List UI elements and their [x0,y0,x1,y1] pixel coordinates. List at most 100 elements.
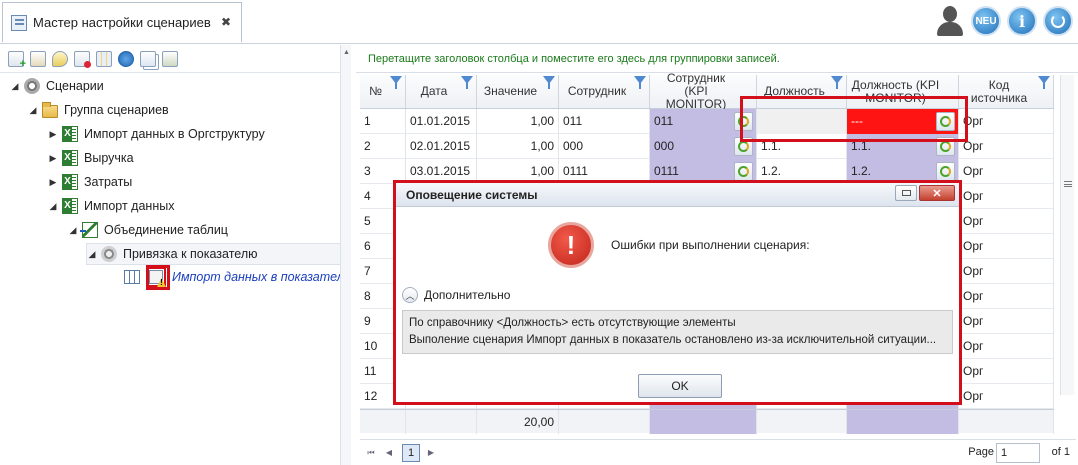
filter-icon[interactable] [634,76,646,98]
refresh-icon[interactable] [936,137,955,156]
tree-node-label: Группа сценариев [64,103,169,117]
edit-icon[interactable] [30,50,46,67]
tree-node-group[interactable]: ◢ Группа сценариев [28,99,169,121]
expand-icon[interactable]: ▶ [48,129,58,140]
cell-text: --- [851,114,863,128]
dialog-titlebar[interactable]: Оповещение системы ✕ [396,183,959,207]
chevron-up-icon[interactable]: ︿ [402,287,418,303]
add-scenario-icon[interactable] [8,50,26,70]
collapse-icon[interactable]: ◢ [10,81,20,92]
cell-source: Орг [959,184,1054,209]
expand-icon[interactable]: ▶ [48,177,58,188]
cell-position [757,109,847,134]
first-page-icon[interactable]: ⏮ [364,444,378,462]
pager: ⏮ ◀ 1 ▶ Page 1 of 1 [360,439,1076,465]
next-page-icon[interactable]: ▶ [424,444,438,462]
comment-icon[interactable] [52,50,68,67]
details-toggle[interactable]: ︿ Дополнительно [402,287,510,303]
filter-icon[interactable] [390,76,402,98]
refresh-icon[interactable] [734,137,753,156]
prev-page-icon[interactable]: ◀ [382,444,396,462]
cell-source: Орг [959,234,1054,259]
info-icon[interactable]: i [1006,3,1038,39]
filter-icon[interactable] [543,76,555,98]
refresh-icon[interactable] [734,162,753,181]
new-icon[interactable]: NEU [970,3,1002,39]
page-number-button[interactable]: 1 [402,443,420,462]
cell-position-kpi[interactable]: --- [847,109,959,134]
dialog-title: Оповещение системы [406,187,538,202]
refresh-icon[interactable] [936,112,955,131]
tree-node-root[interactable]: ◢ Сценарии [10,75,104,97]
collapse-icon[interactable]: ◢ [87,249,97,260]
excel-icon [62,150,78,166]
top-bar: Мастер настройки сценариев ✖ NEU i [0,0,1078,44]
column-header-position-kpi[interactable]: Должность (KPI MONITOR) [847,75,959,108]
tree-toolbar [0,45,350,73]
filter-icon[interactable] [461,76,473,98]
dialog-body: ! Ошибки при выполнении сценария: ︿ Допо… [396,208,959,402]
expand-icon[interactable]: ▶ [48,153,58,164]
close-icon[interactable]: ✕ [919,185,955,201]
cell-employee-kpi[interactable]: 000 [650,134,757,159]
tree-node-import-indicator[interactable]: Импорт данных в показатель [124,266,350,288]
cell-employee-kpi[interactable]: 011 [650,109,757,134]
column-header-value[interactable]: Значение [477,75,559,108]
tree-node-revenue[interactable]: ▶ Выручка [48,147,134,169]
tree-node-costs[interactable]: ▶ Затраты [48,171,132,193]
group-by-area[interactable]: Перетащите заголовок столбца и поместите… [356,45,1078,73]
scroll-grip-icon[interactable] [1064,181,1072,187]
cell-text: 000 [654,139,675,153]
ok-button[interactable]: OK [638,374,722,398]
cell-employee: 011 [559,109,650,134]
tab-scenario-wizard[interactable]: Мастер настройки сценариев ✖ [2,2,242,42]
page-input[interactable]: 1 [996,443,1040,463]
tree-scrollbar[interactable]: ▲ [340,45,351,465]
column-header-source-code[interactable]: Код источника [959,75,1054,108]
tree-node-label: Импорт данных [84,199,175,213]
tree-node-import-data[interactable]: ◢ Импорт данных [48,195,174,217]
top-icons: NEU i [934,3,1074,39]
filter-icon[interactable] [1038,76,1050,98]
cell-text: 0111 [654,164,679,178]
scroll-up-icon[interactable]: ▲ [343,49,350,56]
column-header-date[interactable]: Дата [406,75,477,108]
copy-icon[interactable] [140,50,156,67]
cell-value: 1,00 [477,109,559,134]
column-header-number[interactable]: № [360,75,406,108]
collapse-icon[interactable]: ◢ [48,201,58,212]
tree-node-merge-tables[interactable]: ◢ Объединение таблиц [68,219,228,241]
column-header-position[interactable]: Должность [757,75,847,108]
filter-icon[interactable] [831,76,843,98]
column-title: Должность (KPI MONITOR) [851,77,940,105]
cell-value: 1,00 [477,134,559,159]
power-icon[interactable] [1042,3,1074,39]
delete-icon[interactable] [74,50,91,68]
cell-number: 2 [360,134,406,159]
tree-node-import-org[interactable]: ▶ Импорт данных в Оргструктуру [48,123,265,145]
cell-source: Орг [959,134,1054,159]
tree-node-label: Выручка [84,151,134,165]
page-count: of 1 [1051,446,1070,458]
link-gear-icon [101,246,117,262]
scenario-tree-panel: ◢ Сценарии ◢ Группа сценариев ▶ Импорт д… [0,45,351,465]
close-tab-icon[interactable]: ✖ [221,15,231,29]
grid-scrollbar[interactable] [1060,75,1074,395]
cell-position: 1.1. [757,134,847,159]
collapse-icon[interactable]: ◢ [68,225,78,236]
column-header-employee[interactable]: Сотрудник [559,75,650,108]
user-icon[interactable] [934,3,966,39]
table-row[interactable]: 1 01.01.2015 1,00 011 011 --- Орг [360,109,1054,134]
collapse-icon[interactable]: ◢ [28,105,38,116]
tree-node-bind-indicator[interactable]: ◢ Привязка к показателю [86,243,350,265]
export-icon[interactable] [162,50,178,67]
column-header-employee-kpi[interactable]: Сотрудник (KPI MONITOR) [650,72,757,111]
table-settings-icon[interactable] [96,50,112,67]
cell-position-kpi[interactable]: 1.1. [847,134,959,159]
restore-icon[interactable] [895,185,917,201]
excel-icon [62,174,78,190]
refresh-icon[interactable] [734,112,753,131]
refresh-icon[interactable] [936,162,955,181]
run-icon[interactable] [118,50,134,67]
table-row[interactable]: 2 02.01.2015 1,00 000 000 1.1. 1.1. Орг [360,134,1054,159]
